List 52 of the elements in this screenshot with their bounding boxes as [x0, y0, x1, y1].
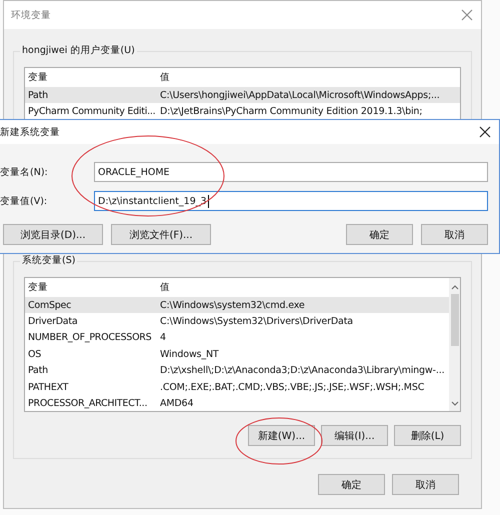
- browse-button[interactable]: 浏览目录(D)...: [3, 224, 103, 245]
- table-row[interactable]: PyCharm Community Editi... D:\z\JetBrains\PyCharm Community Edition 2019.1.3\bin;: [25, 103, 460, 120]
- table-cell-text: Path: [27, 90, 49, 101]
- close-icon[interactable]: [479, 126, 491, 138]
- table-cell-text: OS: [27, 348, 42, 360]
- scroll-up-icon[interactable]: [450, 284, 458, 290]
- table-cell-text: Path: [27, 365, 49, 376]
- input-field[interactable]: D:\z\instantclient_19_3: [94, 191, 488, 211]
- input-field[interactable]: ORACLE_HOME: [94, 162, 488, 182]
- dialog-button[interactable]: 取消: [421, 224, 488, 245]
- table-cell-text: D:\z\JetBrains\PyCharm Community Edition 2019.1.3\bin;: [159, 106, 422, 118]
- dialog-button[interactable]: 确定: [346, 224, 413, 245]
- dialog-button[interactable]: 确定: [318, 474, 385, 495]
- field-label: 变量名(N):: [0, 166, 49, 178]
- table-cell-text: NUMBER_OF_PROCESSORS: [27, 332, 152, 344]
- column-header[interactable]: 变量: [25, 281, 158, 294]
- table-row[interactable]: NUMBER_OF_PROCESSORS 4: [25, 330, 449, 346]
- table-row[interactable]: DriverData C:\Windows\System32\Drivers\DriverData: [25, 313, 449, 330]
- column-header[interactable]: 值: [158, 281, 170, 294]
- table-row[interactable]: ComSpec C:\Windows\system32\cmd.exe: [25, 297, 449, 314]
- table-row[interactable]: Path D:\z\xshell\;D:\z\Anaconda3;D:\z\Anaconda3\Library\mingw-...: [25, 362, 449, 379]
- group-label: 系统变量(S): [20, 254, 78, 267]
- table-cell-text: PROCESSOR_ARCHITECT...: [27, 398, 148, 410]
- table-cell-text: ComSpec: [27, 300, 72, 311]
- window-title: 环境变量: [11, 8, 51, 22]
- column-header[interactable]: 值: [158, 71, 170, 84]
- table-cell-text: C:\Windows\system32\cmd.exe: [159, 300, 305, 311]
- dialog-button[interactable]: 编辑(I)...: [321, 425, 388, 446]
- table-row[interactable]: PROCESSOR_ARCHITECT... AMD64: [25, 395, 449, 411]
- dialog-title: 新建系统变量: [0, 126, 60, 138]
- field-label: 变量值(V):: [0, 194, 48, 208]
- dialog-button[interactable]: 取消: [392, 474, 459, 495]
- table-cell-text: C:\Windows\System32\Drivers\DriverData: [159, 316, 353, 328]
- group-label: hongjiwei 的用户变量(U): [20, 44, 137, 57]
- scrollbar[interactable]: [449, 278, 460, 411]
- dialog-button[interactable]: 新建(W)...: [248, 425, 315, 446]
- browse-button[interactable]: 浏览文件(F)...: [111, 224, 211, 245]
- table-cell-text: 4: [159, 332, 166, 344]
- table-row[interactable]: PATHEXT .COM;.EXE;.BAT;.CMD;.VBS;.VBE;.JS;.JSE;.WSF;.WSH;.MSC: [25, 378, 449, 396]
- table-cell-text: DriverData: [27, 316, 78, 328]
- table-cell-text: Windows_NT: [159, 348, 219, 360]
- table-cell-text: C:\Users\hongjiwei\AppData\Local\Microsoft\WindowsApps;...: [159, 90, 440, 101]
- table-cell-text: .COM;.EXE;.BAT;.CMD;.VBS;.VBE;.JS;.JSE;.WSF;.WSH;.MSC: [159, 382, 424, 393]
- dialog-button[interactable]: 删除(L): [394, 425, 461, 446]
- column-header[interactable]: 变量: [25, 71, 158, 84]
- table-row[interactable]: OS Windows_NT: [25, 346, 449, 363]
- table-row[interactable]: Path C:\Users\hongjiwei\AppData\Local\Microsoft\WindowsApps;...: [25, 87, 460, 104]
- table-cell-text: PyCharm Community Editi...: [27, 106, 156, 118]
- scroll-down-icon[interactable]: [450, 401, 458, 407]
- table-cell-text: AMD64: [159, 398, 194, 410]
- table-cell-text: D:\z\xshell\;D:\z\Anaconda3;D:\z\Anaconda3\Library\mingw-...: [159, 365, 444, 376]
- table-cell-text: PATHEXT: [27, 382, 70, 393]
